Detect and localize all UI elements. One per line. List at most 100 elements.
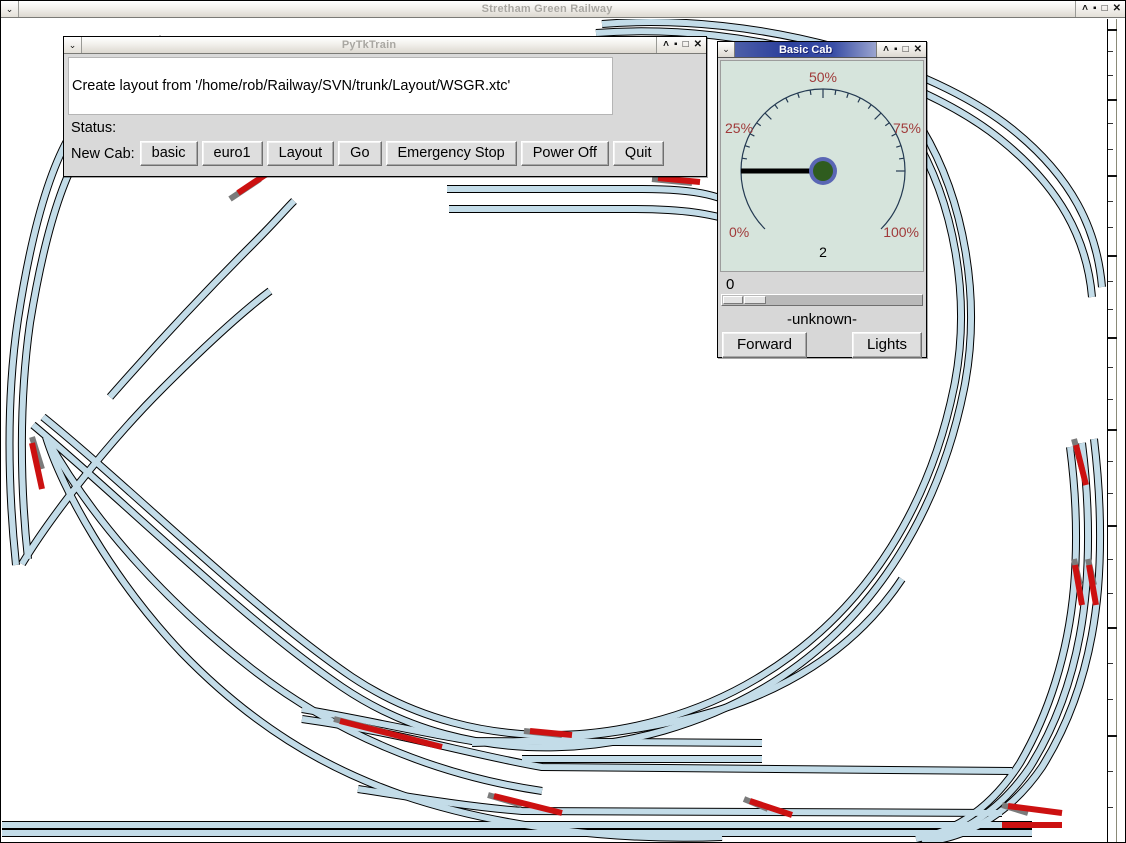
ruler-tick [1108, 337, 1117, 339]
ruler-tick [1108, 29, 1117, 31]
ruler-tick [1108, 735, 1117, 737]
ruler-tick [1108, 593, 1113, 594]
ruler-tick [1108, 771, 1113, 772]
speed-dial-gauge[interactable]: 50% 25% 75% 0% 100% 2 [721, 61, 925, 273]
pytktrain-body: Create layout from '/home/rob/Railway/SV… [64, 54, 706, 176]
chevron-down-icon: ⌄ [68, 39, 77, 50]
ruler-tick [1108, 51, 1113, 52]
dial-hub [813, 161, 833, 181]
status-label: Status: [71, 120, 117, 136]
basic-cab-window[interactable]: ⌄ Basic Cab ˄ ▪ □ ✕ 50% 25% 75% 0% 100% … [717, 41, 927, 358]
ruler-tick [1108, 461, 1113, 462]
ruler-tick [1108, 493, 1113, 494]
pytktrain-window-controls[interactable]: ˄ ▪ □ ✕ [656, 37, 706, 53]
speed-dial-panel[interactable]: 50% 25% 75% 0% 100% 2 [720, 60, 924, 272]
forward-button[interactable]: Forward [722, 332, 808, 358]
shade-icon[interactable]: ▪ [894, 44, 898, 55]
chevron-down-icon: ⌄ [722, 44, 730, 54]
ruler-tick [1108, 699, 1113, 700]
ruler-tick [1108, 201, 1113, 202]
dial-label-50: 50% [809, 69, 837, 85]
loco-name-label: -unknown- [786, 311, 858, 328]
dial-tick [741, 157, 748, 160]
main-window-titlebar[interactable]: ⌄ Stretham Green Railway ˄ ▪ □ ✕ [1, 1, 1125, 18]
dial-tick [774, 104, 779, 110]
dial-tick [797, 92, 800, 98]
ruler-tick [1108, 175, 1117, 177]
ruler-tick [1108, 627, 1117, 629]
window-menu-icon[interactable]: ⌄ [1, 1, 19, 17]
close-icon[interactable]: ✕ [1113, 4, 1121, 14]
basic-cab-window-menu-icon[interactable]: ⌄ [718, 42, 735, 57]
dial-tick [874, 112, 882, 120]
close-icon[interactable]: ✕ [914, 44, 922, 55]
pytktrain-window-menu-icon[interactable]: ⌄ [64, 37, 82, 53]
main-window-controls[interactable]: ˄ ▪ □ ✕ [1075, 1, 1125, 17]
dial-caption: 2 [819, 244, 827, 260]
status-row: Status: [66, 115, 704, 141]
ruler-tick [1108, 559, 1113, 560]
minimize-icon[interactable]: ˄ [1082, 4, 1088, 14]
ruler-tick [1108, 123, 1113, 124]
cab-button-row: Forward Lights [720, 332, 924, 361]
ruler-tick [1108, 663, 1113, 664]
minimize-icon[interactable]: ˄ [663, 40, 669, 50]
pytktrain-window[interactable]: ⌄ PyTkTrain ˄ ▪ □ ✕ Create layout from '… [63, 36, 707, 177]
maximize-icon[interactable]: □ [903, 44, 909, 55]
toolbar-button-row: New Cab: basic euro1 Layout Go Emergency… [66, 141, 704, 167]
dial-tick [896, 145, 902, 148]
dial-tick [764, 112, 772, 120]
layout-button[interactable]: Layout [266, 141, 335, 167]
ruler-tick [1108, 75, 1113, 76]
throttle-scrollbar[interactable] [721, 294, 923, 306]
dial-tick [744, 145, 750, 148]
ruler-tick [1108, 807, 1113, 808]
main-window-title: Stretham Green Railway [481, 3, 613, 15]
ruler-tick [1108, 227, 1113, 228]
throttle-scrollbar-thumb-left[interactable] [723, 296, 743, 304]
dial-label-25: 25% [725, 120, 753, 136]
throttle-scrollbar-thumb-right[interactable] [744, 296, 766, 304]
dial-label-100: 100% [883, 224, 919, 240]
ruler-tick [1108, 429, 1117, 431]
main-window: ⌄ Stretham Green Railway ˄ ▪ □ ✕ .tk{fil… [0, 0, 1126, 843]
minimize-icon[interactable]: ˄ [883, 44, 889, 55]
basic-cab-title: Basic Cab [778, 43, 833, 56]
basic-cab-title-area: Basic Cab [735, 42, 877, 57]
dial-tick [867, 104, 872, 110]
dial-tick [756, 122, 762, 127]
shade-icon[interactable]: ▪ [674, 40, 678, 50]
power-off-button[interactable]: Power Off [520, 141, 609, 167]
dial-tick [809, 89, 812, 96]
ruler-tick [1108, 525, 1117, 527]
basic-cab-titlebar[interactable]: ⌄ Basic Cab ˄ ▪ □ ✕ [718, 42, 926, 58]
close-icon[interactable]: ✕ [694, 40, 702, 50]
ruler-tick [1108, 255, 1117, 257]
dial-tick [898, 157, 905, 160]
dial-tick [884, 122, 890, 127]
pytktrain-titlebar[interactable]: ⌄ PyTkTrain ˄ ▪ □ ✕ [64, 37, 706, 54]
dial-tick [785, 97, 789, 103]
right-ruler[interactable] [1107, 19, 1124, 842]
pytktrain-title: PyTkTrain [341, 39, 397, 51]
new-cab-basic-button[interactable]: basic [139, 141, 198, 167]
new-cab-label: New Cab: [71, 145, 135, 162]
emergency-stop-button[interactable]: Emergency Stop [385, 141, 517, 167]
maximize-icon[interactable]: □ [1102, 4, 1108, 14]
ruler-tick [1108, 281, 1113, 282]
dial-tick [834, 89, 837, 96]
lights-button[interactable]: Lights [851, 332, 922, 358]
shade-icon[interactable]: ▪ [1093, 4, 1097, 14]
go-button[interactable]: Go [338, 141, 382, 167]
chevron-down-icon: ⌄ [5, 3, 14, 14]
dial-tick [846, 92, 849, 98]
basic-cab-window-controls[interactable]: ˄ ▪ □ ✕ [876, 42, 926, 57]
message-area[interactable]: Create layout from '/home/rob/Railway/SV… [68, 57, 613, 115]
cab-controls: 0 -unknown- Forward Lights [718, 274, 926, 361]
maximize-icon[interactable]: □ [683, 40, 689, 50]
new-cab-euro1-button[interactable]: euro1 [201, 141, 263, 167]
ruler-tick [1108, 309, 1113, 310]
dial-label-0: 0% [729, 224, 749, 240]
quit-button[interactable]: Quit [612, 141, 664, 167]
speed-readout: 0 [726, 276, 735, 293]
